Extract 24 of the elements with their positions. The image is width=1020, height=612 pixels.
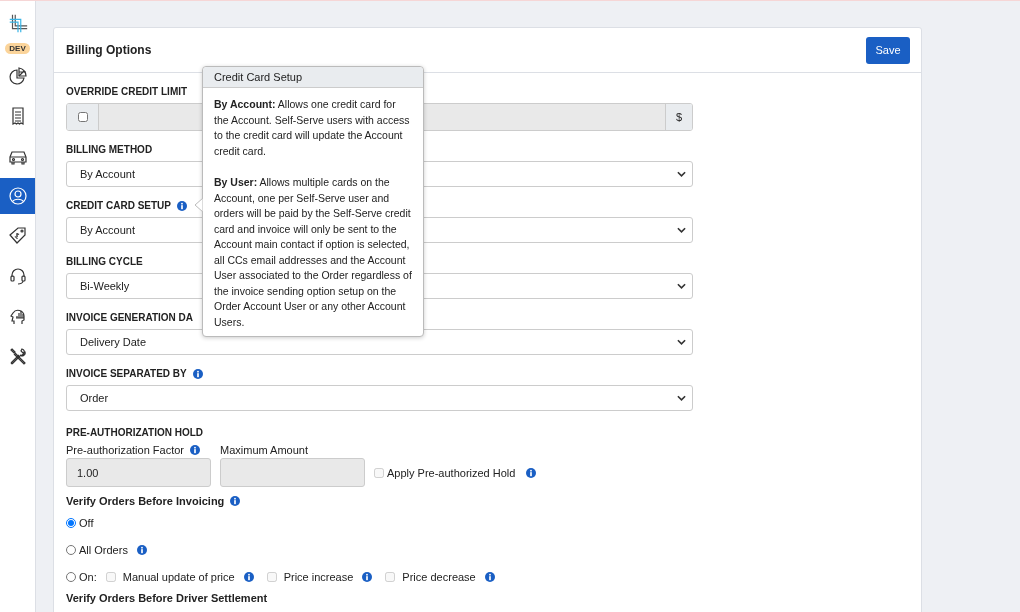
field-label: OVERRIDE CREDIT LIMIT xyxy=(66,85,188,99)
field-label: INVOICE GENERATION DA xyxy=(66,311,194,325)
field-label: CREDIT CARD SETUP xyxy=(66,199,171,213)
radio-label: On: xyxy=(79,570,97,583)
field-label: Maximum Amount xyxy=(220,443,310,457)
currency-addon: $ xyxy=(665,104,692,130)
field-label: INVOICE SEPARATED BY xyxy=(66,367,187,381)
checkbox-label: Manual update of price xyxy=(122,570,235,583)
radio-label: Off xyxy=(79,516,94,529)
field-label: Pre-authorization Factor xyxy=(66,443,184,457)
tooltip-text: By Account: Allows one credit card for the Account. Self-Serve users with access to the credit card will update the Account credit card. xyxy=(214,97,411,159)
section-heading: Verify Orders Before Invoicing xyxy=(66,494,225,509)
field-label: BILLING METHOD xyxy=(66,143,153,157)
section-heading: Verify Orders Before Driver Settlement xyxy=(66,591,269,606)
checkbox-label: Price decrease xyxy=(402,570,476,583)
card-title: Billing Options xyxy=(66,43,152,57)
environment-badge: DEV xyxy=(5,43,30,54)
section-heading: PRE-AUTHORIZATION HOLD xyxy=(66,426,204,440)
checkbox-label: Apply Pre-authorized Hold xyxy=(387,466,516,479)
radio-label: All Orders xyxy=(79,543,128,556)
field-label: BILLING CYCLE xyxy=(66,255,143,269)
tooltip-title: Credit Card Setup xyxy=(203,67,423,88)
checkbox-label: Price increase xyxy=(283,570,354,583)
tooltip-text: By User: Allows multiple cards on the Account, one per Self-Serve user and orders will be paid by the Self-Serve credit card and invoice will only be sent to the Account main contact if option is selected, all CCs email addresses and the Account User associated to the Order regardless of the invoice sending option setup on the Order Account User or any other Account Users. xyxy=(214,175,412,330)
